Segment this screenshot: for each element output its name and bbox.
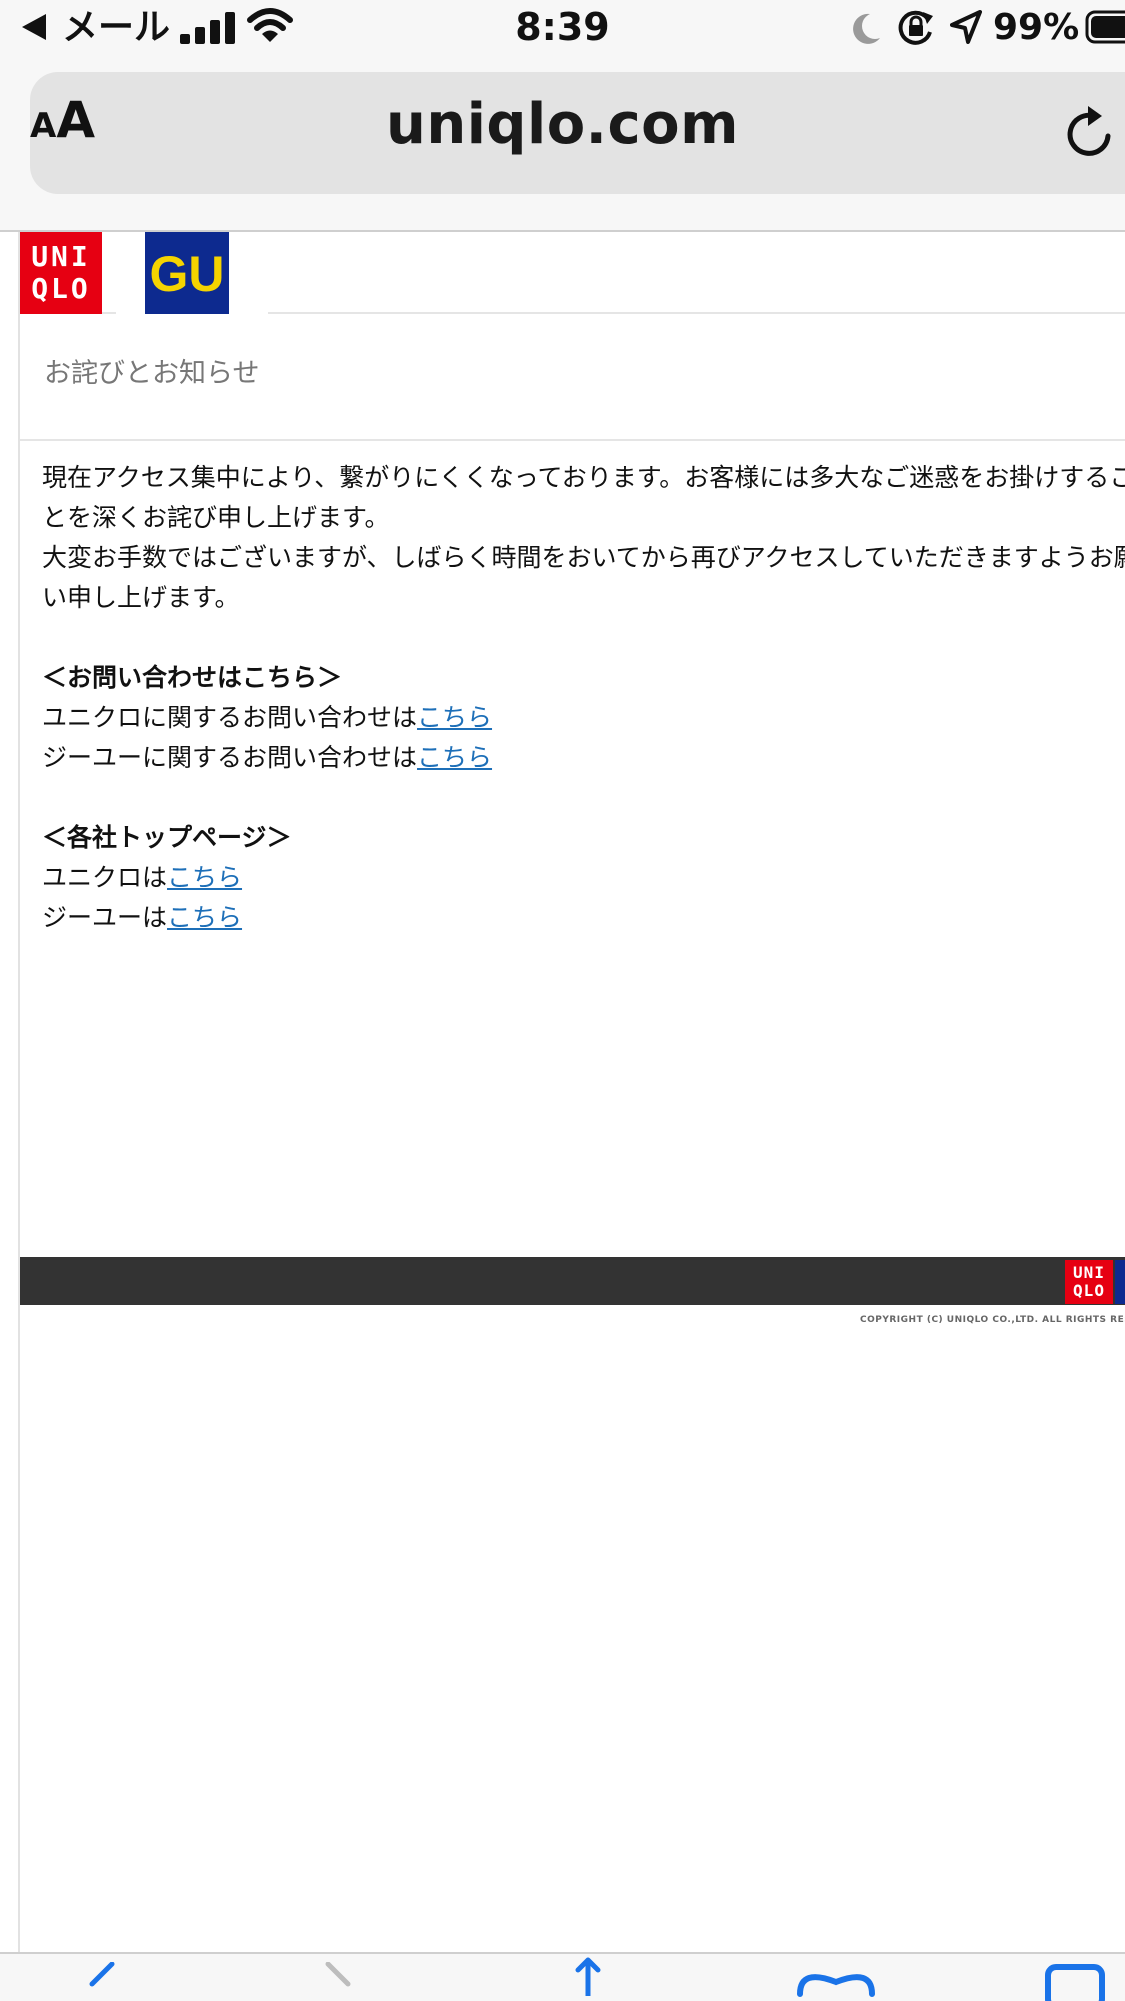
- notice-body: 現在アクセス集中により、繋がりにくくなっております。お客様には多大なご迷惑をお掛…: [42, 458, 1125, 938]
- top-uniqlo-line: ユニクロはこちら: [42, 858, 1125, 898]
- top-pages-heading: ＜各社トップページ＞: [42, 823, 292, 852]
- tabs-icon[interactable]: [1045, 1964, 1105, 2001]
- notice-paragraph-2: 大変お手数ではございますが、しばらく時間をおいてから再びアクセスしていただきます…: [42, 543, 1125, 612]
- top-uniqlo-text: ユニクロは: [42, 863, 168, 892]
- status-bar: メール 8:39 99%: [0, 0, 1125, 60]
- contact-gu-text: ジーユーに関するお問い合わせは: [42, 743, 418, 772]
- uniqlo-logo-line2: QLO: [31, 272, 91, 305]
- footer-gu-logo[interactable]: [1115, 1260, 1125, 1304]
- top-gu-link[interactable]: こちら: [167, 903, 242, 932]
- notice-title: お詫びとお知らせ: [44, 358, 260, 389]
- url-text[interactable]: uniqlo.com: [0, 90, 1125, 160]
- reload-icon[interactable]: [1064, 104, 1116, 162]
- contact-gu-link[interactable]: こちら: [417, 743, 492, 772]
- contact-uniqlo-line: ユニクロに関するお問い合わせはこちら: [42, 698, 1125, 738]
- uniqlo-logo[interactable]: UNI QLO: [20, 232, 102, 314]
- top-gu-text: ジーユーは: [42, 903, 168, 932]
- top-gu-line: ジーユーはこちら: [42, 898, 1125, 938]
- screen: メール 8:39 99% AA uniqlo.com UNI QLO GU お詫…: [0, 0, 1125, 2001]
- footer-uniqlo-logo-line1: UNI: [1073, 1263, 1105, 1282]
- footer-uniqlo-logo[interactable]: UNI QLO: [1065, 1260, 1113, 1304]
- notice-paragraph-1: 現在アクセス集中により、繋がりにくくなっております。お客様には多大なご迷惑をお掛…: [42, 463, 1125, 532]
- top-uniqlo-link[interactable]: こちら: [167, 863, 242, 892]
- rotation-lock-icon: [898, 10, 933, 45]
- footer-bar: UNI QLO: [20, 1257, 1125, 1305]
- gu-logo-text: GU: [149, 246, 225, 302]
- web-page: UNI QLO GU お詫びとお知らせ 現在アクセス集中により、繋がりにくくなっ…: [18, 232, 1125, 1952]
- browser-toolbar: [0, 1952, 1125, 2001]
- uniqlo-logo-line1: UNI: [31, 240, 91, 273]
- location-arrow-icon: [950, 10, 982, 44]
- battery-icon: [1085, 10, 1125, 44]
- copyright-text: COPYRIGHT (C) UNIQLO CO.,LTD. ALL RIGHTS…: [860, 1315, 1125, 1325]
- contact-uniqlo-text: ユニクロに関するお問い合わせは: [42, 703, 418, 732]
- browser-address-bar: AA uniqlo.com: [0, 60, 1125, 232]
- do-not-disturb-moon-icon: [853, 13, 880, 44]
- bookmarks-icon[interactable]: [796, 1964, 876, 2001]
- gu-logo[interactable]: GU: [145, 232, 229, 314]
- share-icon[interactable]: [568, 1956, 608, 1996]
- forward-icon[interactable]: [318, 1962, 358, 2001]
- battery-percentage: 99%: [993, 7, 1080, 48]
- contact-heading: ＜お問い合わせはこちら＞: [42, 663, 343, 692]
- divider: [20, 439, 1125, 441]
- brand-logo-row: UNI QLO GU: [20, 232, 1125, 314]
- footer-uniqlo-logo-line2: QLO: [1073, 1281, 1105, 1300]
- contact-uniqlo-link[interactable]: こちら: [417, 703, 492, 732]
- contact-gu-line: ジーユーに関するお問い合わせはこちら: [42, 738, 1125, 778]
- back-icon[interactable]: [82, 1962, 122, 2001]
